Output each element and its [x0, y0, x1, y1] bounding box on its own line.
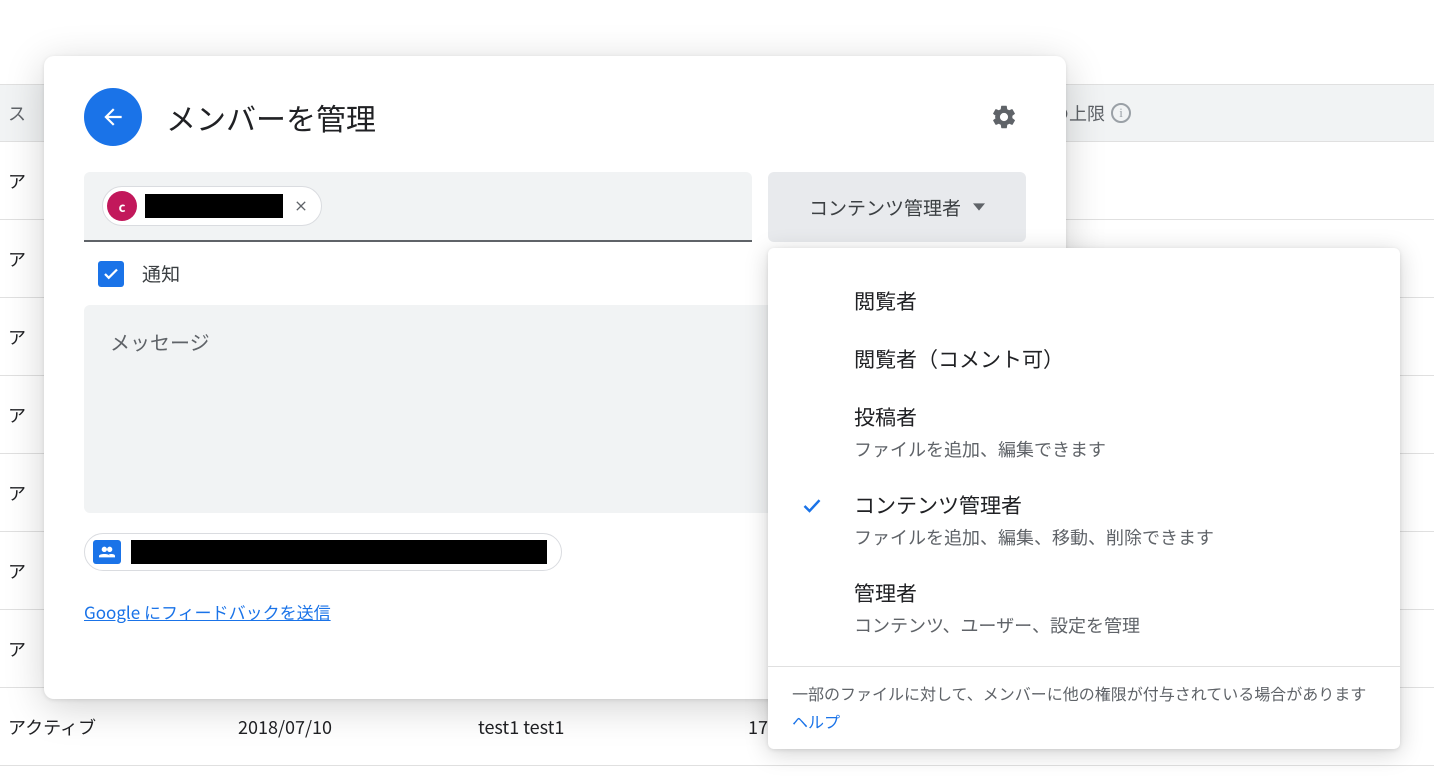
row-cell: ア	[8, 246, 26, 272]
row-status: アクティブ	[8, 714, 238, 740]
chip-name-redacted	[145, 194, 283, 218]
role-option-contributor[interactable]: 投稿者 ファイルを追加、編集できます	[768, 388, 1400, 476]
row-cell: ア	[8, 636, 26, 662]
modal-title: メンバーを管理	[166, 95, 958, 139]
role-dropdown-menu: 閲覧者 閲覧者（コメント可） 投稿者 ファイルを追加、編集できます コンテンツ管…	[768, 248, 1400, 749]
shared-drive-icon	[93, 540, 121, 564]
role-option-desc: ファイルを追加、編集できます	[854, 436, 1372, 462]
row-cell: ア	[8, 168, 26, 194]
shared-drive-name-redacted	[131, 540, 547, 564]
avatar: c	[107, 191, 137, 221]
role-option-title: 閲覧者	[854, 286, 1372, 316]
arrow-left-icon	[100, 104, 126, 130]
row-name: test1 test1	[478, 714, 748, 740]
role-option-viewer[interactable]: 閲覧者	[768, 272, 1400, 330]
role-option-title: 閲覧者（コメント可）	[854, 344, 1372, 374]
role-option-content-manager[interactable]: コンテンツ管理者 ファイルを追加、編集、移動、削除できます	[768, 476, 1400, 564]
shared-drive-chip[interactable]	[84, 533, 562, 571]
message-placeholder: メッセージ	[110, 327, 210, 356]
role-option-title: コンテンツ管理者	[854, 490, 1372, 520]
people-input[interactable]: c	[84, 172, 752, 242]
settings-button[interactable]	[982, 95, 1026, 139]
member-chip[interactable]: c	[102, 186, 322, 226]
modal-header: メンバーを管理	[84, 88, 1026, 146]
notify-label: 通知	[142, 260, 180, 287]
row-cell: ア	[8, 324, 26, 350]
role-option-title: 管理者	[854, 578, 1372, 608]
row-cell: ア	[8, 480, 26, 506]
chevron-down-icon	[973, 203, 985, 211]
help-link[interactable]: ヘルプ	[792, 709, 1376, 733]
check-icon	[799, 496, 825, 516]
send-feedback-link[interactable]: Google にフィードバックを送信	[84, 599, 331, 624]
role-selected-label: コンテンツ管理者	[809, 194, 961, 221]
dropdown-footer: 一部のファイルに対して、メンバーに他の権限が付与されている場合があります ヘルプ	[768, 666, 1400, 733]
role-option-title: 投稿者	[854, 402, 1372, 432]
close-icon	[293, 198, 309, 214]
role-option-desc: ファイルを追加、編集、移動、削除できます	[854, 524, 1372, 550]
role-option-commenter[interactable]: 閲覧者（コメント可）	[768, 330, 1400, 388]
input-row: c コンテンツ管理者	[84, 172, 1026, 242]
row-date: 2018/07/10	[238, 714, 478, 740]
chip-remove-button[interactable]	[291, 196, 311, 216]
notify-checkbox[interactable]	[98, 261, 124, 287]
role-dropdown-trigger[interactable]: コンテンツ管理者	[768, 172, 1026, 242]
role-option-desc: コンテンツ、ユーザー、設定を管理	[854, 612, 1372, 638]
selected-check	[796, 490, 828, 522]
gear-icon	[990, 103, 1018, 131]
info-icon[interactable]: i	[1111, 103, 1131, 123]
row-cell: ア	[8, 558, 26, 584]
dropdown-footer-note: 一部のファイルに対して、メンバーに他の権限が付与されている場合があります	[792, 681, 1376, 705]
row-cell: ア	[8, 402, 26, 428]
header-status-fragment: ス	[8, 100, 26, 126]
check-icon	[102, 265, 120, 283]
back-button[interactable]	[84, 88, 142, 146]
role-option-manager[interactable]: 管理者 コンテンツ、ユーザー、設定を管理	[768, 564, 1400, 652]
